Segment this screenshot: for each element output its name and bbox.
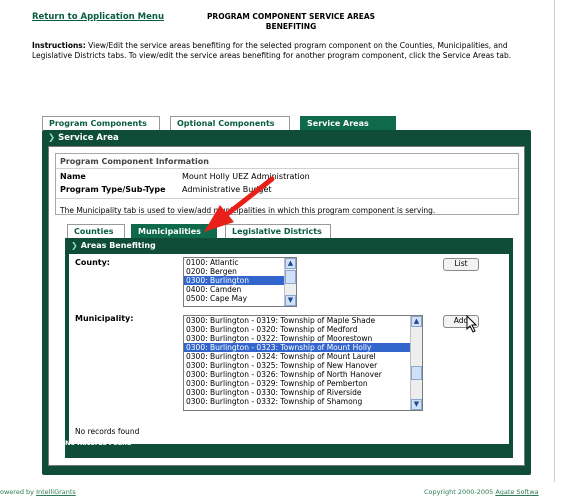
scroll-thumb[interactable] [411, 366, 422, 380]
divider [56, 168, 518, 169]
scroll-thumb[interactable] [285, 270, 296, 284]
municipality-option[interactable]: 0300: Burlington - 0330: Township of Riv… [184, 388, 422, 397]
scroll-down-icon[interactable]: ▼ [411, 399, 422, 410]
type-label: Program Type/Sub-Type [60, 185, 166, 194]
tab-legislative-districts[interactable]: Legislative Districts [225, 224, 331, 238]
tab-label: Legislative Districts [232, 227, 322, 236]
no-records-bar: No Records Found [65, 439, 132, 447]
footer-right: Copyright 2000-2005 Agate Softwa [424, 488, 539, 496]
county-option[interactable]: 0100: Atlantic [184, 258, 296, 267]
municipality-tab-note: The Municipality tab is used to view/add… [60, 206, 436, 215]
footer-copyright: Copyright 2000-2005 [424, 488, 496, 496]
divider [56, 198, 518, 199]
name-label: Name [60, 172, 86, 181]
municipality-option[interactable]: 0300: Burlington - 0319: Township of Map… [184, 316, 422, 325]
page-title-line1: PROGRAM COMPONENT SERVICE AREAS [206, 12, 376, 21]
no-records-text: No records found [75, 427, 140, 436]
info-title: Program Component Information [60, 157, 209, 166]
county-option[interactable]: 0200: Bergen [184, 267, 296, 276]
instructions: Instructions: View/Edit the service area… [32, 41, 532, 61]
tab-service-areas[interactable]: Service Areas [300, 116, 396, 130]
page-title: PROGRAM COMPONENT SERVICE AREAS BENEFITI… [196, 12, 386, 32]
footer-left: owered by IntelliGrants [0, 488, 76, 496]
municipality-option[interactable]: 0300: Burlington - 0329: Township of Pem… [184, 379, 422, 388]
name-value: Mount Holly UEZ Administration [182, 172, 310, 181]
county-option[interactable]: 0400: Camden [184, 285, 296, 294]
municipality-option[interactable]: 0300: Burlington - 0325: Township of New… [184, 361, 422, 370]
municipality-listbox[interactable]: 0300: Burlington - 0319: Township of Map… [183, 315, 423, 411]
tab-label: Municipalities [138, 227, 201, 236]
agate-software-link[interactable]: Agate Softwa [495, 488, 538, 496]
municipality-option[interactable]: 0300: Burlington - 0324: Township of Mou… [184, 352, 422, 361]
county-option[interactable]: 0300: Burlington [184, 276, 296, 285]
service-area-title: Service Area [58, 133, 119, 143]
service-area-body: Program Component Information Name Mount… [48, 146, 525, 466]
municipality-options: 0300: Burlington - 0319: Township of Map… [184, 316, 422, 406]
type-value: Administrative Budget [182, 185, 272, 194]
scroll-up-icon[interactable]: ▲ [411, 316, 422, 327]
tab-counties[interactable]: Counties [67, 224, 125, 238]
tab-label: Optional Components [177, 119, 275, 128]
municipality-label: Municipality: [75, 314, 134, 323]
program-component-info: Program Component Information Name Mount… [55, 153, 519, 215]
tab-label: Counties [74, 227, 114, 236]
instructions-label: Instructions: [32, 41, 86, 50]
county-option[interactable]: 0500: Cape May [184, 294, 296, 303]
areas-benefiting-title: Areas Benefiting [80, 241, 156, 250]
return-to-menu-link[interactable]: Return to Application Menu [32, 12, 164, 22]
service-area-panel: ❯ Service Area Program Component Informat… [42, 130, 531, 475]
municipality-option[interactable]: 0300: Burlington - 0332: Township of Sha… [184, 397, 422, 406]
scroll-down-icon[interactable]: ▼ [285, 295, 296, 306]
municipality-scrollbar[interactable]: ▲ ▼ [410, 316, 422, 410]
municipality-option[interactable]: 0300: Burlington - 0326: Township of Nor… [184, 370, 422, 379]
areas-benefiting-panel: ❯ Areas Benefiting County: 0100: Atlantic… [65, 238, 513, 458]
municipality-option[interactable]: 0300: Burlington - 0322: Township of Moo… [184, 334, 422, 343]
footer: owered by IntelliGrants Copyright 2000-2… [0, 486, 561, 498]
mouse-cursor-icon [466, 315, 478, 333]
chevron-right-icon: ❯ [48, 133, 56, 143]
page-title-line2: BENEFITING [265, 22, 317, 31]
intelligrants-link[interactable]: IntelliGrants [36, 488, 76, 496]
county-options: 0100: Atlantic 0200: Bergen 0300: Burlingt… [184, 258, 296, 303]
scroll-up-icon[interactable]: ▲ [285, 258, 296, 269]
county-label: County: [75, 258, 110, 267]
top-bar: Return to Application Menu PROGRAM COMPO… [32, 12, 532, 34]
list-button[interactable]: List [443, 258, 479, 271]
tab-program-components[interactable]: Program Components [42, 116, 160, 130]
tab-label: Program Components [49, 119, 147, 128]
county-scrollbar[interactable]: ▲ ▼ [284, 258, 296, 306]
footer-powered-by: owered by [0, 488, 37, 496]
tab-label: Service Areas [307, 119, 369, 128]
municipality-option[interactable]: 0300: Burlington - 0320: Township of Med… [184, 325, 422, 334]
areas-benefiting-header: ❯ Areas Benefiting [71, 241, 156, 250]
areas-benefiting-body: County: 0100: Atlantic 0200: Bergen 0300: … [69, 254, 509, 444]
chevron-right-icon: ❯ [71, 241, 78, 250]
instructions-text: View/Edit the service areas benefiting f… [32, 41, 512, 60]
municipality-option[interactable]: 0300: Burlington - 0323: Township of Mou… [184, 343, 422, 352]
tab-optional-components[interactable]: Optional Components [170, 116, 290, 130]
service-area-header: ❯ Service Area [48, 133, 119, 143]
county-listbox[interactable]: 0100: Atlantic 0200: Bergen 0300: Burlingt… [183, 257, 297, 307]
tab-municipalities[interactable]: Municipalities [131, 224, 217, 238]
